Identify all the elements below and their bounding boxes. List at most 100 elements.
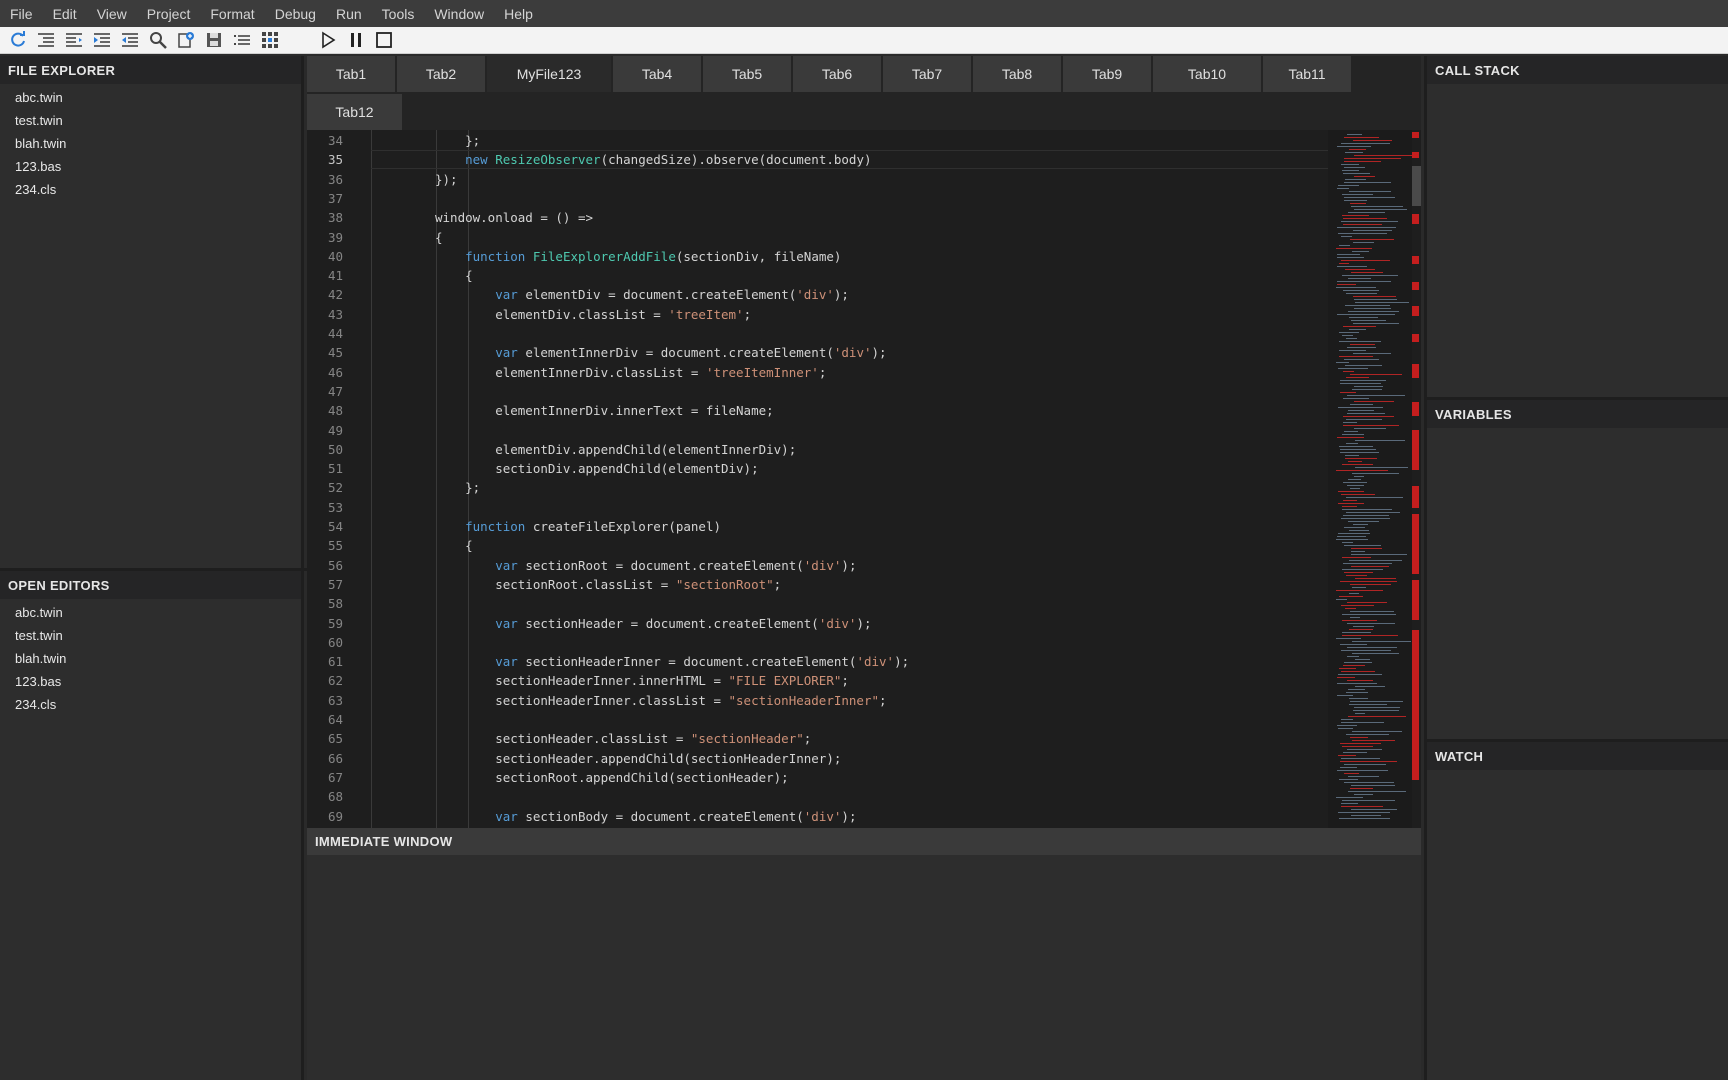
line-number: 42 [327, 287, 343, 303]
file-item[interactable]: abc.twin [0, 86, 301, 109]
code-line: sectionHeader.appendChild(sectionHeaderI… [435, 750, 842, 766]
file-explorer-header: FILE EXPLORER [0, 56, 301, 84]
line-number: 64 [327, 712, 343, 727]
open-editors-panel: OPEN EDITORS abc.twin test.twin blah.twin 1… [0, 571, 304, 1080]
immediate-window[interactable]: IMMEDIATE WINDOW [307, 828, 1421, 1080]
open-editors-header: OPEN EDITORS [0, 571, 301, 599]
code-line: var elementInnerDiv = document.createEle… [495, 345, 887, 361]
line-number: 47 [327, 383, 343, 399]
call-stack-panel: CALL STACK [1424, 56, 1728, 397]
toolbar [0, 27, 1728, 54]
code-line: sectionHeaderInner.innerHTML = "FILE EXP… [435, 673, 849, 689]
line-number: 63 [327, 692, 343, 708]
code-line: window.onload = () => [435, 210, 594, 226]
line-number: 44 [327, 326, 343, 341]
line-number: 45 [327, 345, 343, 361]
line-number: 34 [327, 133, 343, 148]
code-line: elementDiv.appendChild(elementInnerDiv); [435, 441, 797, 457]
tab-tab7[interactable]: Tab7 [883, 56, 971, 92]
variables-header: VARIABLES [1427, 400, 1728, 428]
file-item[interactable]: abc.twin [0, 601, 301, 624]
save-icon[interactable] [203, 29, 225, 51]
line-number: 35 [327, 152, 343, 168]
code-editor[interactable]: 34 }; 35 new ResizeObserver(changedSize).… [307, 130, 1421, 828]
code-line: elementInnerDiv.classList = 'treeItemInn… [435, 364, 827, 380]
line-number: 51 [327, 461, 343, 477]
search-icon[interactable] [147, 29, 169, 51]
line-number: 48 [327, 403, 343, 419]
line-number: 68 [327, 789, 343, 805]
line-number: 41 [327, 268, 343, 284]
tab-tab2[interactable]: Tab2 [397, 56, 485, 92]
menu-debug[interactable]: Debug [275, 6, 316, 22]
code-line: var sectionRoot = document.createElement… [495, 557, 857, 573]
open-editors-list: abc.twin test.twin blah.twin 123.bas 234.cls [0, 599, 301, 716]
pause-icon[interactable] [345, 29, 367, 51]
outdent-icon[interactable] [63, 29, 85, 51]
tab-tab4[interactable]: Tab4 [613, 56, 701, 92]
play-icon[interactable] [317, 29, 339, 51]
line-number: 37 [327, 190, 343, 206]
line-number: 61 [327, 654, 343, 670]
menu-run[interactable]: Run [336, 6, 362, 22]
menu-file[interactable]: File [10, 6, 33, 22]
file-item[interactable]: 123.bas [0, 670, 301, 693]
code-line: { [435, 268, 473, 284]
watch-header: WATCH [1427, 742, 1728, 770]
stop-icon[interactable] [373, 29, 395, 51]
code-line: { [435, 538, 473, 554]
line-number: 46 [327, 364, 343, 380]
menu-window[interactable]: Window [434, 6, 484, 22]
tab-tab11[interactable]: Tab11 [1263, 56, 1351, 92]
grid-icon[interactable] [259, 29, 281, 51]
tab-tab1[interactable]: Tab1 [307, 56, 395, 92]
code-line: new ResizeObserver(changedSize).observe(… [465, 152, 872, 168]
new-file-icon[interactable] [175, 29, 197, 51]
scrollbar-thumb[interactable] [1412, 166, 1421, 206]
menu-view[interactable]: View [97, 6, 127, 22]
line-number: 40 [327, 248, 343, 264]
menu-edit[interactable]: Edit [53, 6, 77, 22]
tab-tab12[interactable]: Tab12 [307, 94, 402, 130]
line-number: 36 [327, 171, 343, 187]
tab-tab9[interactable]: Tab9 [1063, 56, 1151, 92]
file-item[interactable]: test.twin [0, 109, 301, 132]
minimap[interactable] [1328, 130, 1412, 828]
tab-tab5[interactable]: Tab5 [703, 56, 791, 92]
line-number: 52 [327, 480, 343, 496]
file-item[interactable]: test.twin [0, 624, 301, 647]
file-explorer-panel: FILE EXPLORER abc.twin test.twin blah.twin… [0, 56, 304, 568]
immediate-window-header: IMMEDIATE WINDOW [307, 828, 1421, 855]
editor-scrollbar[interactable] [1412, 130, 1421, 828]
menu-project[interactable]: Project [147, 6, 191, 22]
tab-tab8[interactable]: Tab8 [973, 56, 1061, 92]
tab-tab10[interactable]: Tab10 [1153, 56, 1261, 92]
code-line: elementDiv.classList = 'treeItem'; [435, 306, 752, 322]
tab-tab6[interactable]: Tab6 [793, 56, 881, 92]
menu-help[interactable]: Help [504, 6, 533, 22]
menu-tools[interactable]: Tools [382, 6, 415, 22]
file-item[interactable]: 123.bas [0, 155, 301, 178]
line-number: 59 [327, 615, 343, 631]
code-line: var sectionHeader = document.createEleme… [495, 615, 872, 631]
indent-less-icon[interactable] [119, 29, 141, 51]
file-item[interactable]: blah.twin [0, 647, 301, 670]
file-item[interactable]: 234.cls [0, 693, 301, 716]
file-item[interactable]: blah.twin [0, 132, 301, 155]
file-item[interactable]: 234.cls [0, 178, 301, 201]
code-line: function createFileExplorer(panel) [465, 519, 721, 534]
code-line: }; [435, 480, 481, 496]
menu-format[interactable]: Format [210, 6, 254, 22]
indent-icon[interactable] [35, 29, 57, 51]
indent-more-icon[interactable] [91, 29, 113, 51]
line-number: 57 [327, 576, 343, 592]
code-line: elementInnerDiv.innerText = fileName; [435, 403, 774, 419]
list-icon[interactable] [231, 29, 253, 51]
refresh-icon[interactable] [7, 29, 29, 51]
code-line: function FileExplorerAddFile(sectionDiv,… [465, 248, 842, 264]
tab-myfile123[interactable]: MyFile123 [487, 56, 611, 92]
variables-panel: VARIABLES [1424, 400, 1728, 739]
code-line: { [435, 229, 443, 245]
line-number: 49 [327, 422, 343, 438]
line-number: 66 [327, 750, 343, 766]
